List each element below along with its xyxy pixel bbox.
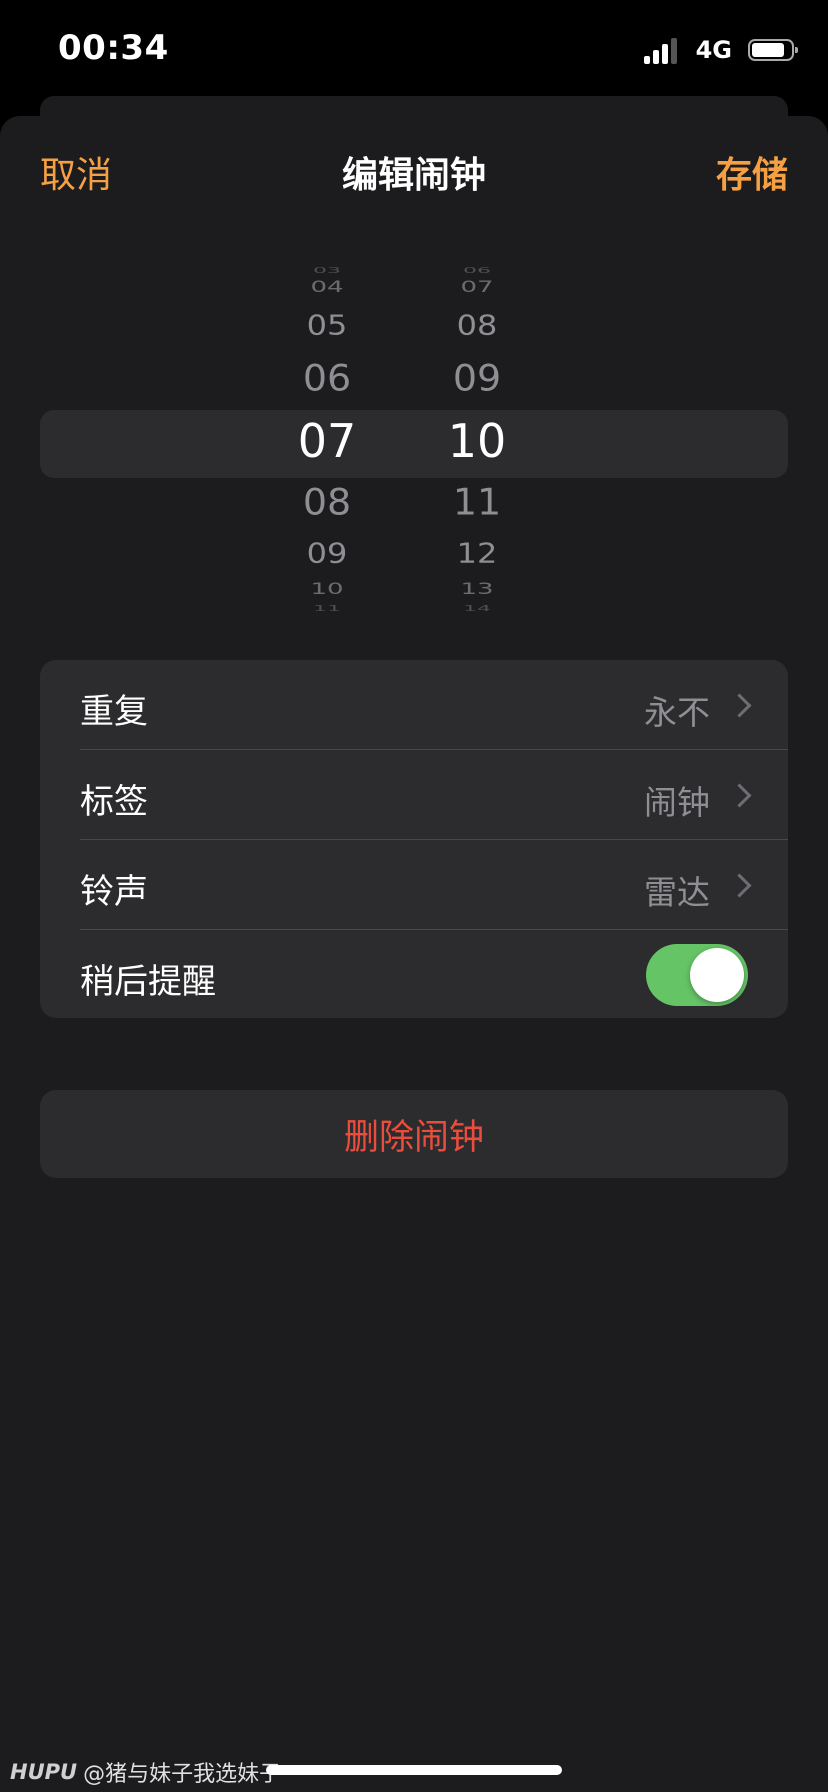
hour-option[interactable]: 11: [267, 604, 387, 613]
minute-option[interactable]: 09: [417, 357, 537, 399]
repeat-label: 重复: [80, 692, 148, 732]
toggle-knob: [690, 948, 744, 1002]
hour-option[interactable]: 09: [267, 537, 387, 569]
label-value: 闹钟: [644, 783, 710, 822]
selected-minute[interactable]: 10: [417, 414, 537, 468]
page-title: 编辑闹钟: [341, 155, 486, 196]
minute-wheel[interactable]: 06 07 08 09 10 11 12 13 14: [417, 262, 537, 622]
watermark: HUPU @猪与妹子我选妹子: [10, 1756, 281, 1788]
battery-level: [752, 43, 784, 57]
snooze-toggle[interactable]: [646, 944, 748, 1006]
minute-option[interactable]: 14: [417, 604, 537, 613]
hour-option[interactable]: 08: [267, 481, 387, 523]
snooze-label: 稍后提醒: [80, 962, 216, 1002]
minute-option[interactable]: 12: [417, 537, 537, 569]
battery-tip: [795, 47, 798, 53]
sound-label: 铃声: [80, 872, 148, 912]
sound-value: 雷达: [644, 873, 710, 912]
watermark-user: @猪与妹子我选妹子: [83, 1762, 282, 1787]
hour-option[interactable]: 06: [267, 357, 387, 399]
chevron-right-icon: [727, 873, 752, 898]
repeat-value: 永不: [644, 693, 710, 732]
hour-option[interactable]: 03: [267, 266, 387, 275]
cellular-signal-icon: [643, 36, 678, 64]
minute-option[interactable]: 06: [417, 266, 537, 275]
status-bar: 00:34 4G: [0, 0, 828, 100]
minute-option[interactable]: 13: [417, 580, 537, 598]
hour-option[interactable]: 05: [267, 309, 387, 341]
status-indicators: 4G: [643, 34, 798, 66]
network-type: 4G: [695, 36, 732, 64]
minute-option[interactable]: 07: [417, 278, 537, 296]
picker-selection-highlight: [40, 410, 788, 478]
sound-row[interactable]: 铃声 雷达: [40, 840, 788, 930]
chevron-right-icon: [727, 783, 752, 808]
label-row[interactable]: 标签 闹钟: [40, 750, 788, 840]
status-time: 00:34: [58, 28, 169, 68]
battery-icon: [748, 39, 798, 61]
save-button[interactable]: 存储: [716, 146, 788, 198]
time-picker[interactable]: 03 04 05 06 07 08 09 10 11 06 07 08 09 1…: [0, 262, 828, 622]
hupu-logo: HUPU: [10, 1760, 78, 1784]
selected-hour[interactable]: 07: [267, 414, 387, 468]
label-label: 标签: [80, 782, 148, 822]
alarm-settings-list: 重复 永不 标签 闹钟 铃声 雷达 稍后提醒: [40, 660, 788, 1018]
chevron-right-icon: [727, 693, 752, 718]
hour-wheel[interactable]: 03 04 05 06 07 08 09 10 11: [267, 262, 387, 622]
snooze-row: 稍后提醒: [40, 930, 788, 1018]
hour-option[interactable]: 04: [267, 278, 387, 296]
minute-option[interactable]: 11: [417, 481, 537, 523]
hour-option[interactable]: 10: [267, 580, 387, 598]
delete-alarm-button[interactable]: 删除闹钟: [40, 1090, 788, 1178]
minute-option[interactable]: 08: [417, 309, 537, 341]
home-indicator[interactable]: [266, 1765, 562, 1775]
repeat-row[interactable]: 重复 永不: [40, 660, 788, 750]
